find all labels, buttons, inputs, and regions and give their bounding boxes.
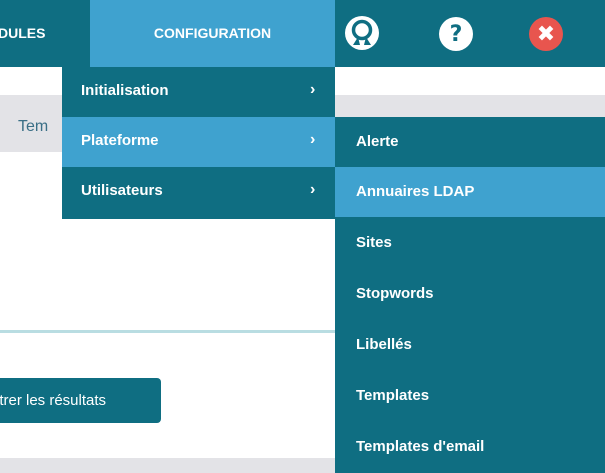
- submenu-item-annuaires-ldap[interactable]: Annuaires LDAP: [335, 167, 605, 217]
- nav-configuration[interactable]: CONFIGURATION: [90, 0, 335, 67]
- submenu-item-templates[interactable]: Templates: [335, 371, 605, 421]
- close-button[interactable]: ✖: [529, 17, 563, 51]
- submenu-item-stopwords[interactable]: Stopwords: [335, 269, 605, 319]
- configuration-dropdown: Initialisation › Plateforme › Utilisateu…: [62, 67, 335, 219]
- submenu-item-label: Alerte: [356, 133, 399, 150]
- submenu-item-templates-email[interactable]: Templates d'email: [335, 422, 605, 472]
- menu-item-utilisateurs[interactable]: Utilisateurs ›: [62, 167, 335, 217]
- filter-results-label: ltrer les résultats: [0, 392, 107, 409]
- nav-modules[interactable]: DULES: [0, 0, 90, 67]
- close-icon: ✖: [536, 21, 556, 47]
- submenu-item-sites[interactable]: Sites: [335, 218, 605, 268]
- menu-item-plateforme[interactable]: Plateforme ›: [62, 117, 335, 167]
- menu-item-label: Initialisation: [81, 82, 169, 99]
- help-icon: ?: [449, 21, 463, 47]
- profile-icon: [345, 16, 379, 50]
- submenu-item-label: Templates d'email: [356, 438, 485, 455]
- submenu-item-libelles[interactable]: Libellés: [335, 320, 605, 370]
- menu-item-label: Utilisateurs: [81, 182, 163, 199]
- menu-item-label: Plateforme: [81, 132, 159, 149]
- filter-results-button[interactable]: ltrer les résultats: [0, 378, 161, 423]
- submenu-item-label: Libellés: [356, 336, 412, 353]
- nav-configuration-label: CONFIGURATION: [153, 25, 272, 41]
- chevron-right-icon: ›: [310, 81, 316, 98]
- menu-item-initialisation[interactable]: Initialisation ›: [62, 67, 335, 117]
- nav-modules-label: DULES: [0, 25, 46, 41]
- profile-button[interactable]: [344, 15, 380, 51]
- submenu-item-label: Templates: [356, 387, 430, 404]
- chevron-right-icon: ›: [310, 131, 316, 148]
- submenu-item-alerte[interactable]: Alerte: [335, 117, 605, 167]
- plateforme-submenu: Alerte Annuaires LDAP Sites Stopwords Li…: [335, 117, 605, 473]
- top-navigation-bar: DULES CONFIGURATION ? ✖: [0, 0, 605, 67]
- help-button[interactable]: ?: [439, 17, 473, 51]
- submenu-item-label: Sites: [356, 234, 392, 251]
- submenu-item-label: Stopwords: [356, 285, 434, 302]
- submenu-item-label: Annuaires LDAP: [356, 183, 475, 200]
- chevron-right-icon: ›: [310, 181, 316, 198]
- tab-label-partial[interactable]: Tem: [18, 118, 48, 136]
